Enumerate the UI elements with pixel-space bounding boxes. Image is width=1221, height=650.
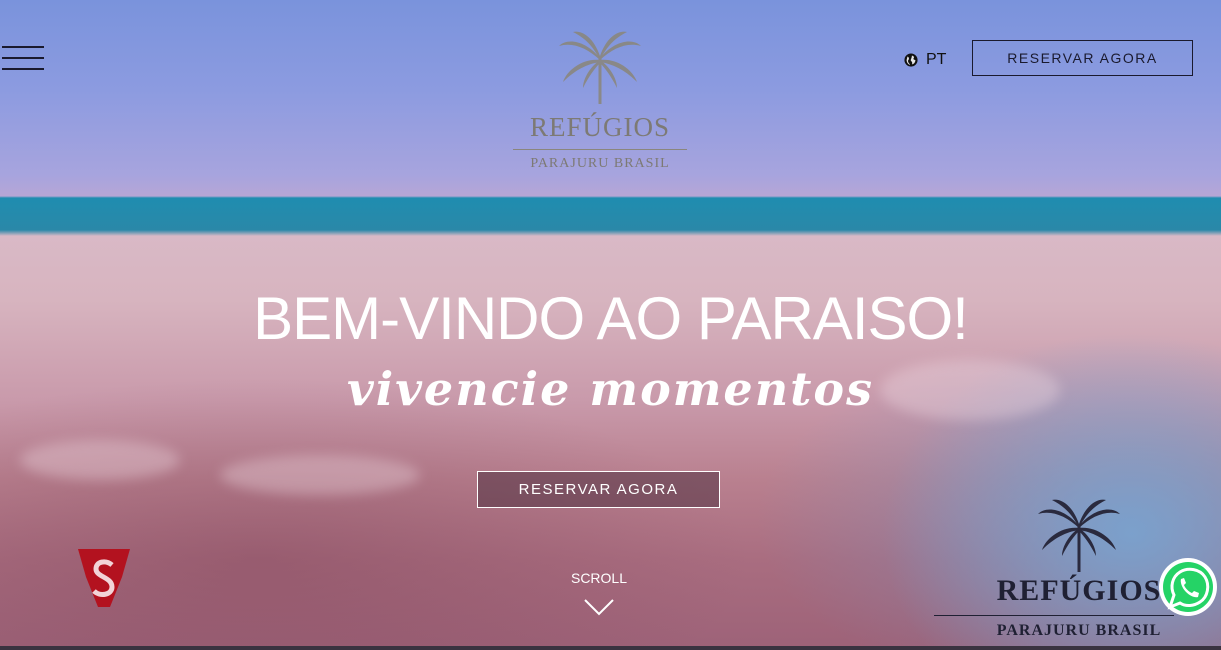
- chevron-down-icon[interactable]: [584, 598, 614, 616]
- language-label: PT: [926, 51, 947, 68]
- logo-divider: [513, 149, 687, 150]
- bottom-edge-bar: [0, 646, 1221, 650]
- hero-reserve-button[interactable]: RESERVAR AGORA: [477, 471, 720, 508]
- reserve-now-button[interactable]: RESERVAR AGORA: [972, 40, 1193, 76]
- whatsapp-icon[interactable]: [1158, 557, 1218, 617]
- site-logo[interactable]: REFÚGIOS PARAJURU BRASIL: [505, 30, 695, 180]
- s-shield-icon[interactable]: [76, 547, 132, 609]
- scroll-label[interactable]: SCROLL: [560, 570, 638, 586]
- logo-subtitle: PARAJURU BRASIL: [530, 156, 670, 171]
- watermark-logo: REFÚGIOS PARAJURU BRASIL: [934, 498, 1174, 648]
- hero-headline: BEM-VINDO AO PARAISO!: [253, 285, 969, 352]
- globe-icon: [904, 53, 918, 67]
- logo-name: REFÚGIOS: [529, 112, 671, 142]
- language-selector[interactable]: PT: [904, 50, 946, 70]
- watermark-subtitle: PARAJURU BRASIL: [996, 622, 1162, 639]
- palm-tree-icon: [1038, 499, 1120, 572]
- hamburger-icon[interactable]: [2, 46, 44, 72]
- foam-patch: [20, 440, 180, 480]
- palm-tree-icon: [559, 31, 641, 104]
- watermark-divider: [934, 615, 1174, 616]
- foam-patch: [220, 455, 420, 495]
- hero-subline: vivencie momentos: [347, 362, 874, 416]
- watermark-name: REFÚGIOS: [996, 574, 1162, 607]
